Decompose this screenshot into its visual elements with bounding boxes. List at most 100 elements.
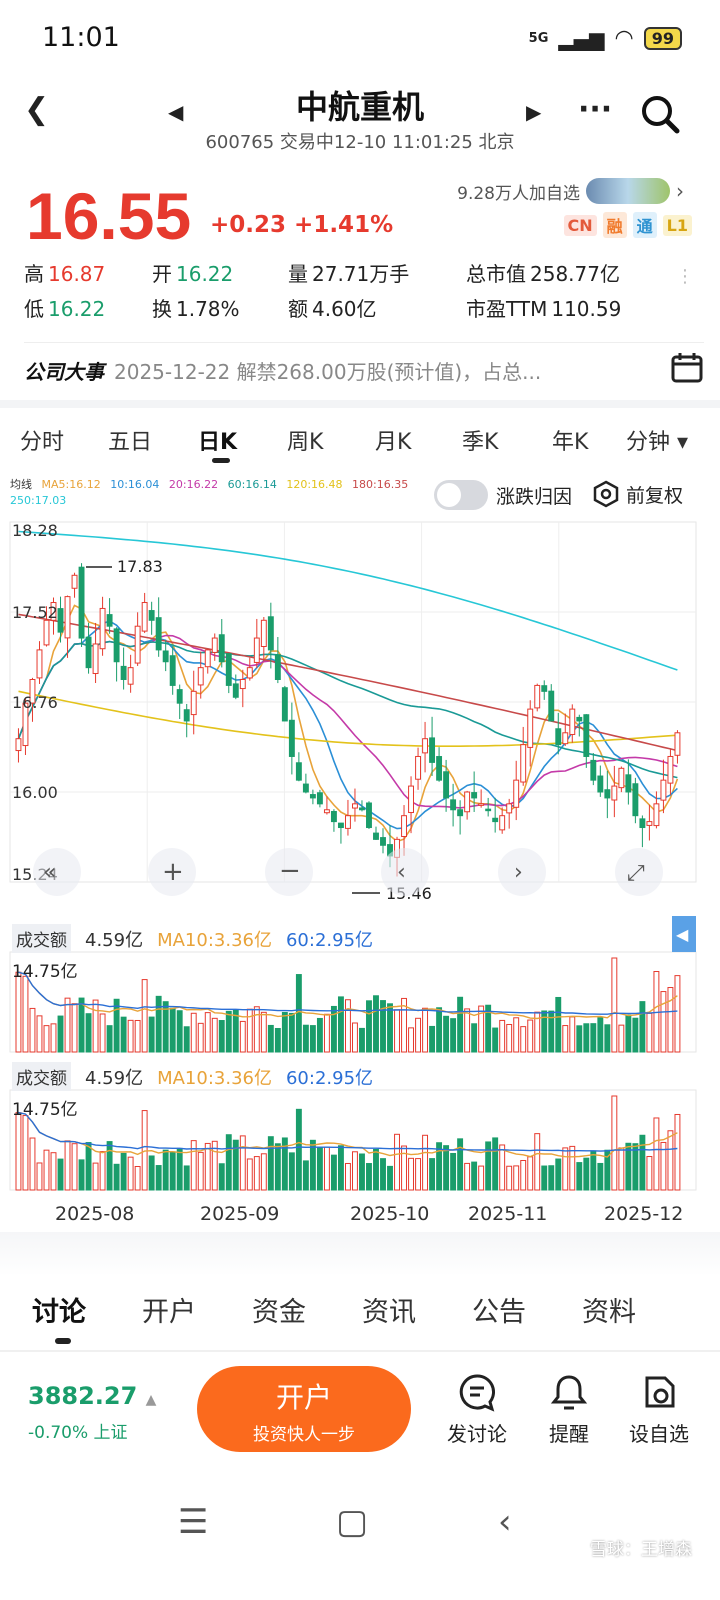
- chart-controls: « + − ‹ › ⤢: [33, 848, 663, 896]
- volume-bar: [197, 1022, 204, 1053]
- event-label: 公司大事: [24, 360, 104, 384]
- volume-bar: [253, 1006, 260, 1053]
- candle-body: [281, 687, 288, 722]
- volume-bar: [387, 1165, 393, 1191]
- section-divider: [0, 1232, 720, 1276]
- volume-bar: [639, 1134, 646, 1191]
- volume-bar: [576, 1162, 583, 1191]
- company-event-bar[interactable]: 公司大事 2025-12-22 解禁268.00万股(预计值)，占总...: [24, 342, 704, 398]
- add-watchlist-button[interactable]: 设自选: [614, 1372, 704, 1447]
- volume-header-2[interactable]: 成交额 4.59亿 MA10:3.36亿 60:2.95亿: [12, 1062, 373, 1091]
- candle-body: [246, 667, 253, 679]
- tab-news[interactable]: 资讯: [362, 1290, 416, 1329]
- volume-bar: [464, 1008, 471, 1053]
- tab-minute[interactable]: 分钟 ▾: [626, 424, 688, 456]
- tab-weekly-k[interactable]: 周K: [287, 424, 323, 456]
- avatar-group: [586, 178, 670, 204]
- candle-body: [253, 637, 260, 663]
- tab-announcements[interactable]: 公告: [472, 1290, 526, 1329]
- volume-bar: [267, 1136, 274, 1191]
- tab-funds[interactable]: 资金: [252, 1290, 306, 1329]
- tab-quarterly-k[interactable]: 季K: [462, 424, 498, 456]
- index-value[interactable]: 3882.27 ▲: [28, 1382, 156, 1410]
- volume-value: 4.59亿: [85, 1067, 144, 1089]
- expand-stats-icon[interactable]: ⋮: [676, 268, 694, 286]
- candle-body: [352, 803, 358, 809]
- volume-bar: [660, 991, 667, 1053]
- volume-label: 成交额: [12, 924, 71, 953]
- menu-icon[interactable]: ☰: [178, 1502, 208, 1542]
- tab-profile[interactable]: 资料: [582, 1290, 636, 1329]
- ma-legend-label: 均线: [10, 478, 32, 491]
- chevron-left-icon: ‹: [397, 860, 406, 885]
- candle-body: [625, 774, 632, 793]
- candle-body: [239, 679, 246, 690]
- candle-body: [309, 794, 316, 799]
- volume-ma10: MA10:3.36亿: [157, 1067, 272, 1089]
- tab-monthly-k[interactable]: 月K: [375, 424, 411, 456]
- candle-body: [450, 799, 457, 811]
- tab-yearly-k[interactable]: 年K: [552, 424, 588, 456]
- volume-bar: [527, 1156, 534, 1191]
- candle-body: [141, 602, 148, 632]
- signal-icon: 5G: [528, 31, 549, 46]
- next-stock-icon[interactable]: ▶: [526, 100, 541, 124]
- volume-bar: [190, 1012, 197, 1053]
- candle-body: [562, 732, 569, 745]
- adjust-button[interactable]: 前复权: [592, 480, 683, 508]
- candle-body: [43, 619, 50, 646]
- calendar-icon[interactable]: [670, 351, 704, 390]
- index-change: -0.70% 上证: [28, 1423, 128, 1443]
- volume-bar: [127, 1019, 134, 1053]
- candle-body: [183, 709, 190, 722]
- volume-bar: [450, 1152, 457, 1191]
- volume-bar: [176, 1010, 183, 1053]
- watchlist-count-link[interactable]: 9.28万人加自选 ›: [457, 178, 684, 204]
- candle-body: [443, 771, 450, 799]
- tab-intraday[interactable]: 分时: [20, 424, 64, 456]
- volume-bar: [534, 1133, 541, 1191]
- volume-bar: [155, 1165, 162, 1191]
- tab-open-account[interactable]: 开户: [142, 1290, 196, 1329]
- price-change: +0.23 +1.41%: [210, 212, 393, 238]
- status-bar: 11:01 5G ▂▄▆ ◠ 99: [0, 0, 720, 76]
- open-account-button[interactable]: 开户 投资快人一步: [197, 1366, 411, 1452]
- post-discussion-button[interactable]: 发讨论: [432, 1372, 522, 1447]
- volume-bar: [422, 1007, 429, 1053]
- tag-connect: 通: [632, 212, 657, 238]
- volume-bar: [667, 987, 674, 1053]
- volume-bar: [253, 1156, 260, 1191]
- volume-bar: [64, 1140, 71, 1191]
- more-icon[interactable]: ···: [578, 92, 612, 127]
- volume-header-1[interactable]: 成交额 4.59亿 MA10:3.36亿 60:2.95亿: [12, 924, 373, 953]
- x-tick-label: 2025-09: [200, 1203, 279, 1225]
- candle-body: [464, 791, 471, 813]
- volume-bar: [555, 996, 562, 1053]
- volume-bar: [506, 1023, 513, 1053]
- volume-bar: [281, 1011, 288, 1053]
- home-icon[interactable]: ▢: [336, 1502, 368, 1542]
- active-tab-indicator: [212, 458, 230, 463]
- volume-bar: [211, 1017, 218, 1053]
- volume-bar: [344, 1162, 351, 1191]
- volume-bar: [15, 971, 22, 1053]
- tab-daily-k[interactable]: 日K: [198, 424, 237, 456]
- alert-button[interactable]: 提醒: [524, 1372, 614, 1447]
- candle-body: [267, 616, 274, 651]
- kline-chart[interactable]: 18.2817.5216.7616.0015.24 17.83 15.46 « …: [0, 512, 720, 1232]
- volume-bar: [344, 999, 351, 1053]
- tab-five-day[interactable]: 五日: [108, 424, 152, 456]
- volume-bar: [337, 996, 344, 1053]
- back-nav-icon[interactable]: ‹: [498, 1502, 512, 1542]
- stat-high: 高 16.87: [24, 262, 106, 286]
- candle-body: [534, 684, 541, 709]
- attribution-toggle[interactable]: [434, 480, 488, 510]
- volume-bar: [330, 1154, 337, 1191]
- volume-bar: [352, 1151, 358, 1191]
- x-tick-label: 2025-12: [604, 1203, 683, 1225]
- ma60-value: 60:16.14: [227, 478, 277, 491]
- volume-bar: [302, 1160, 309, 1191]
- tab-discussion[interactable]: 讨论: [32, 1290, 86, 1329]
- candle-body: [344, 815, 351, 829]
- volume-value: 4.59亿: [85, 929, 144, 951]
